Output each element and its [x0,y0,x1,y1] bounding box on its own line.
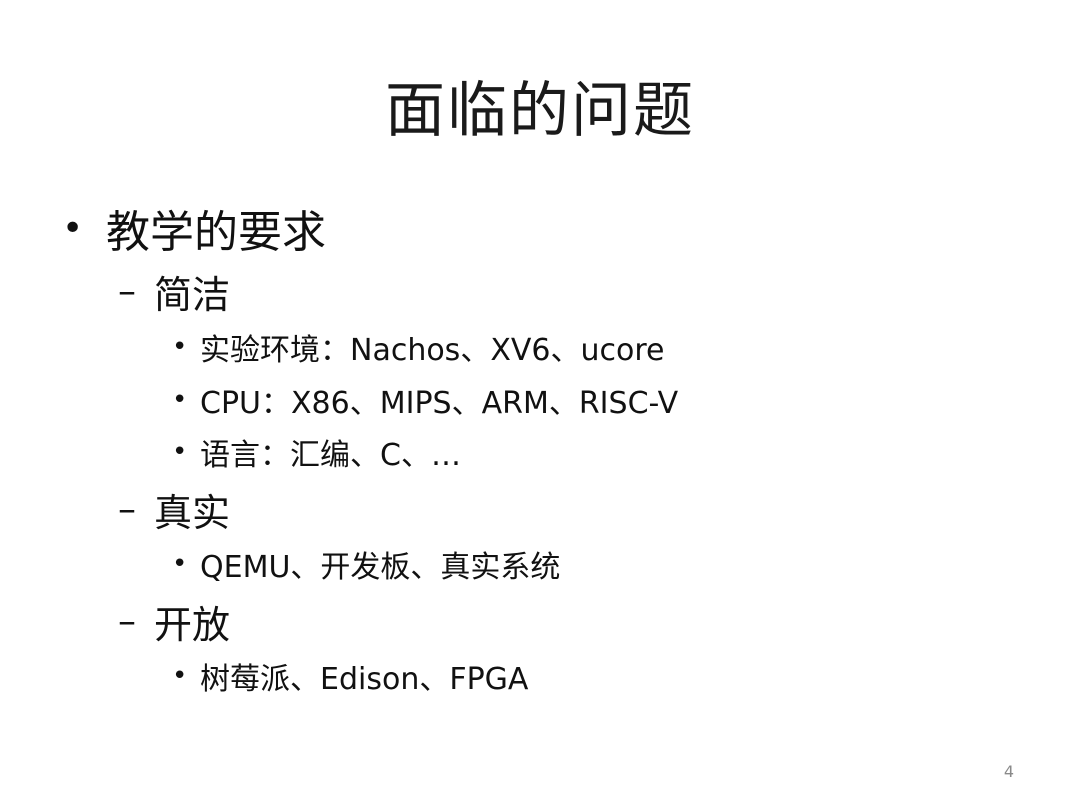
sub-sub-bullet-language: • 语言：汇编、C、… [172,430,461,474]
bullet-marker: • [172,332,188,362]
slide-title: 面临的问题 [385,76,695,146]
bullet-marker: • [172,385,188,415]
sub-bullet-open: – 开放 [118,594,230,649]
bullet-text: 开放 [154,603,231,647]
bullet-teaching-requirements: • 教学的要求 [62,196,326,260]
bullet-marker: • [172,437,188,467]
bullet-text: 真实 [154,491,231,535]
bullet-text: 简洁 [154,273,231,317]
sub-sub-bullet-qemu: • QEMU、开发板、真实系统 [172,542,560,586]
bullet-text: 实验环境：Nachos、XV6、ucore [200,333,665,368]
sub-bullet-simple: – 简洁 [118,264,230,319]
bullet-text: 树莓派、Edison、FPGA [200,662,529,697]
dash-marker: – [118,271,136,312]
dash-marker: – [118,601,136,642]
sub-sub-bullet-hardware: • 树莓派、Edison、FPGA [172,654,528,698]
page-number: 4 [1003,762,1014,781]
bullet-text: 教学的要求 [106,207,326,258]
sub-bullet-real: – 真实 [118,482,230,537]
sub-sub-bullet-lab-env: • 实验环境：Nachos、XV6、ucore [172,325,664,369]
bullet-text: CPU：X86、MIPS、ARM、RISC-V [200,386,679,421]
bullet-marker: • [62,207,84,249]
bullet-text: QEMU、开发板、真实系统 [200,550,561,585]
bullet-text: 语言：汇编、C、… [200,438,461,473]
bullet-marker: • [172,661,188,691]
sub-sub-bullet-cpu: • CPU：X86、MIPS、ARM、RISC-V [172,378,678,422]
dash-marker: – [118,489,136,530]
bullet-marker: • [172,549,188,579]
